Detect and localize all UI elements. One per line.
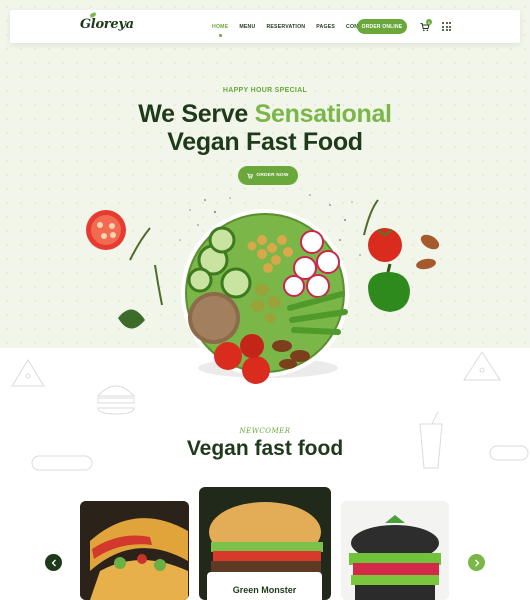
headline-part-1: We Serve [138, 100, 249, 128]
rosemary-sprig [129, 227, 151, 261]
vegan-bowl-illustration [86, 194, 440, 384]
featured-card-caption: Green Monster [207, 572, 322, 600]
spinach-leaf [118, 309, 145, 329]
hero-eyebrow: HAPPY HOUR SPECIAL [222, 87, 308, 94]
order-online-button[interactable]: ORDER ONLINE [357, 19, 407, 34]
cart-count-badge: 0 [426, 19, 432, 25]
nav-home[interactable]: HOME [212, 24, 228, 37]
arrow-right-icon [474, 559, 479, 566]
arrow-left-icon [51, 559, 56, 566]
order-now-label: ORDER NOW [256, 173, 289, 178]
rosemary-sprig [363, 199, 379, 236]
section-title: Vegan fast food [186, 437, 344, 460]
tacos-image [80, 501, 189, 600]
green-bell-pepper [368, 263, 410, 312]
carousel-next-button[interactable] [468, 554, 485, 571]
nav-pages[interactable]: PAGES [316, 24, 335, 30]
whole-tomato [368, 228, 402, 262]
almonds [416, 234, 440, 270]
rosemary-sprig [154, 264, 163, 306]
carousel-prev-button[interactable] [45, 554, 62, 571]
burger-doodle-icon [96, 385, 136, 415]
nav-reservation[interactable]: RESERVATION [266, 24, 305, 30]
hero-headline: We Serve Sensational Vegan Fast Food [0, 100, 530, 156]
nav-menu[interactable]: MENU [239, 24, 255, 30]
pizza-doodle-icon [11, 359, 45, 387]
black-bun-burger-image [341, 501, 449, 600]
menu-card-tacos[interactable] [80, 501, 189, 600]
site-logo[interactable]: Gloreya [80, 12, 134, 37]
tomato-slice [86, 210, 126, 250]
headline-line-2: Vegan Fast Food [167, 128, 363, 156]
logo-text: Gloreya [80, 17, 134, 32]
section-eyebrow: NEWCOMER [239, 427, 291, 435]
site-header: Gloreya HOME MENU RESERVATION PAGES CONT… [10, 10, 520, 43]
grid-menu-icon[interactable] [442, 22, 451, 31]
headline-accent: Sensational [254, 100, 392, 128]
cart-icon [247, 172, 254, 179]
pizza-doodle-icon [463, 351, 501, 381]
menu-card-black-burger[interactable] [341, 501, 449, 600]
main-nav: HOME MENU RESERVATION PAGES CONTACT [212, 10, 372, 43]
